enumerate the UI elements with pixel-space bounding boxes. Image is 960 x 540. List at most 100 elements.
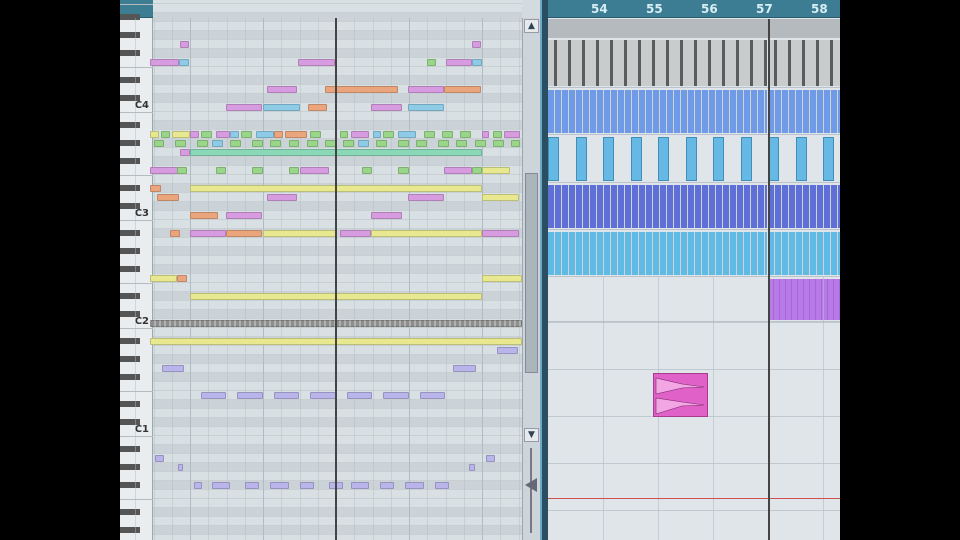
midi-note[interactable] [177, 464, 184, 471]
midi-note[interactable] [405, 482, 424, 489]
black-key[interactable] [120, 77, 140, 83]
midi-note[interactable] [482, 194, 519, 201]
midi-note[interactable] [288, 167, 300, 174]
audio-clip[interactable] [768, 90, 840, 133]
pink-clip[interactable] [652, 373, 708, 417]
midi-note[interactable] [471, 59, 482, 66]
midi-note[interactable] [266, 86, 298, 93]
audio-clip[interactable] [768, 185, 840, 228]
black-key[interactable] [120, 311, 140, 317]
black-key[interactable] [120, 446, 140, 452]
track-lane[interactable] [548, 277, 840, 322]
midi-note[interactable] [273, 392, 300, 399]
midi-note[interactable] [215, 167, 227, 174]
midi-note[interactable] [427, 59, 436, 66]
black-key[interactable] [120, 95, 140, 101]
midi-note[interactable] [492, 131, 502, 138]
midi-note[interactable] [193, 482, 203, 489]
midi-note[interactable] [237, 392, 263, 399]
midi-note[interactable] [383, 131, 395, 138]
midi-note[interactable] [175, 140, 187, 147]
audio-clip[interactable] [658, 137, 670, 181]
track-lane[interactable] [548, 230, 840, 277]
midi-note[interactable] [482, 275, 523, 282]
piano-keyboard[interactable]: C4 C3 C2 C1 [120, 4, 153, 540]
midi-note[interactable] [179, 149, 190, 156]
midi-note[interactable] [416, 140, 428, 147]
vertical-scrollbar[interactable]: ▲ ▼ [522, 18, 540, 540]
midi-note[interactable] [310, 131, 322, 138]
audio-clip[interactable] [768, 232, 840, 275]
midi-note[interactable] [149, 59, 180, 66]
midi-note[interactable] [241, 131, 253, 138]
midi-note[interactable] [263, 230, 336, 237]
black-key[interactable] [120, 14, 140, 20]
midi-note[interactable] [176, 275, 188, 282]
midi-note[interactable] [482, 167, 510, 174]
midi-note[interactable] [468, 464, 475, 471]
midi-note[interactable] [441, 131, 453, 138]
midi-note[interactable] [149, 131, 159, 138]
midi-note[interactable] [471, 41, 481, 48]
midi-note[interactable] [438, 140, 450, 147]
black-key[interactable] [120, 482, 140, 488]
midi-note[interactable] [200, 131, 212, 138]
midi-note[interactable] [288, 140, 300, 147]
note-grid[interactable] [135, 0, 538, 540]
black-key[interactable] [120, 266, 140, 272]
midi-note[interactable] [379, 482, 395, 489]
black-key[interactable] [120, 248, 140, 254]
midi-note[interactable] [372, 131, 382, 138]
zoom-slider-handle[interactable] [525, 478, 537, 492]
midi-note[interactable] [197, 140, 209, 147]
midi-note[interactable] [211, 482, 231, 489]
midi-note[interactable] [270, 482, 289, 489]
midi-note[interactable] [270, 140, 282, 147]
black-key[interactable] [120, 158, 140, 164]
audio-clip[interactable] [823, 137, 835, 181]
audio-clip[interactable] [603, 137, 615, 181]
audio-clip[interactable] [548, 185, 767, 228]
midi-note[interactable] [149, 167, 178, 174]
midi-note[interactable] [263, 104, 300, 111]
audio-clip[interactable] [548, 40, 767, 86]
midi-note[interactable] [149, 275, 177, 282]
midi-note[interactable] [503, 131, 520, 138]
scrollbar-thumb[interactable] [525, 173, 538, 373]
midi-note[interactable] [149, 185, 161, 192]
audio-clip[interactable] [575, 137, 587, 181]
midi-note[interactable] [215, 131, 231, 138]
midi-note[interactable] [346, 392, 373, 399]
chevron-down-icon[interactable]: ▼ [524, 428, 539, 442]
black-key[interactable] [120, 509, 140, 515]
midi-note[interactable] [371, 212, 402, 219]
midi-note[interactable] [299, 482, 315, 489]
midi-note[interactable] [511, 140, 520, 147]
black-key[interactable] [120, 464, 140, 470]
midi-note[interactable] [407, 104, 445, 111]
midi-note[interactable] [230, 140, 242, 147]
black-key[interactable] [120, 401, 140, 407]
midi-note[interactable] [452, 365, 477, 372]
midi-note[interactable] [162, 365, 185, 372]
midi-note[interactable] [273, 131, 283, 138]
midi-note[interactable] [200, 392, 227, 399]
midi-note[interactable] [398, 131, 417, 138]
midi-note[interactable] [298, 59, 335, 66]
midi-note[interactable] [339, 230, 372, 237]
midi-note[interactable] [171, 131, 190, 138]
midi-note[interactable] [407, 194, 445, 201]
loop-bar[interactable] [548, 19, 840, 38]
midi-note[interactable] [169, 230, 180, 237]
midi-note[interactable] [482, 131, 490, 138]
midi-note[interactable] [460, 131, 472, 138]
midi-note[interactable] [434, 482, 450, 489]
midi-note[interactable] [179, 59, 190, 66]
midi-note[interactable] [423, 131, 435, 138]
midi-note[interactable] [474, 140, 486, 147]
midi-note[interactable] [284, 131, 307, 138]
midi-note[interactable] [190, 230, 226, 237]
midi-note[interactable] [255, 131, 274, 138]
midi-note[interactable] [444, 167, 472, 174]
midi-note[interactable] [310, 392, 336, 399]
